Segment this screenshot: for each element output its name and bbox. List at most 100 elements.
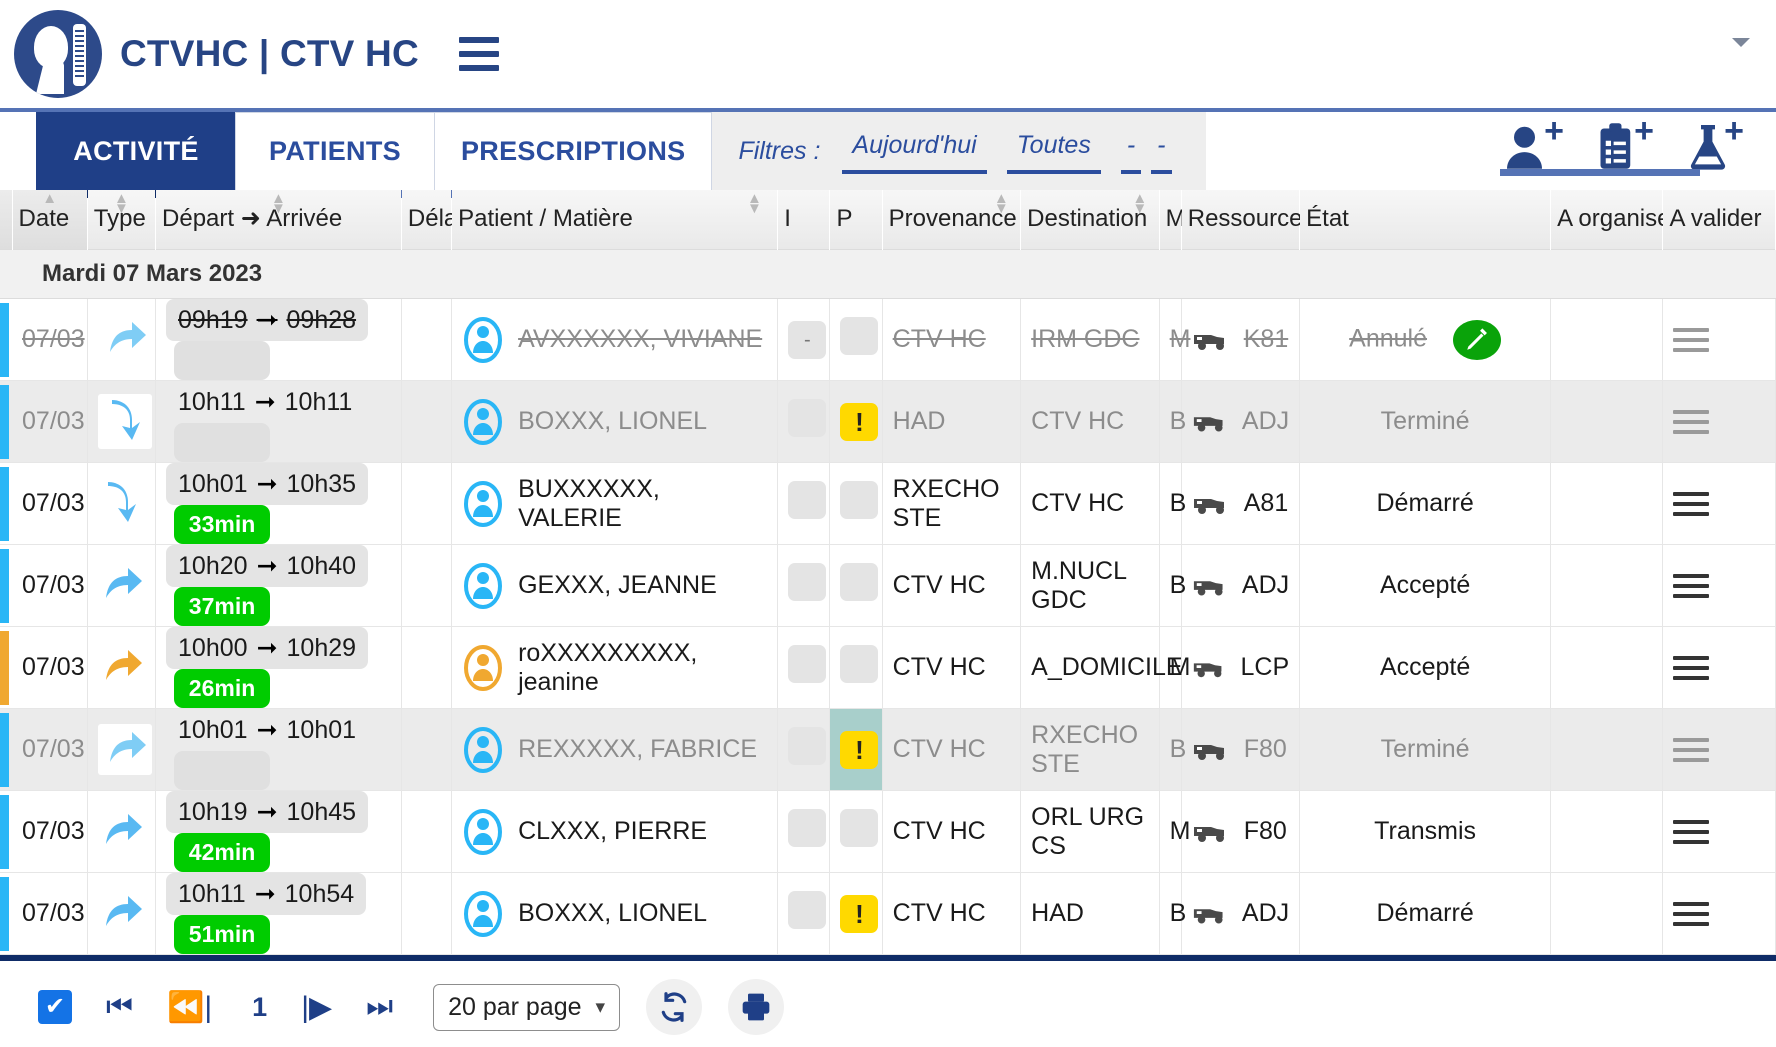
col-etat[interactable]: État xyxy=(1299,190,1551,250)
last-page-icon[interactable]: ⏭ xyxy=(366,990,393,1024)
sort-patient-icon[interactable] xyxy=(747,194,762,214)
type-forward-icon[interactable] xyxy=(98,560,144,604)
table-row[interactable]: 07/03 10h00 ➞ 10h29 26min roXXXXXXXXX, jeanin… xyxy=(0,626,1776,709)
cell-i[interactable] xyxy=(777,544,831,627)
cell-i[interactable] xyxy=(777,380,831,463)
sort-type-icon[interactable] xyxy=(114,194,129,214)
first-page-icon[interactable]: ⏮ xyxy=(106,990,133,1024)
row-menu-icon[interactable] xyxy=(1673,327,1710,352)
table-row[interactable]: 07/03 10h11 ➞ 10h11 BOXXX, LIONEL! HAD CTV HC… xyxy=(0,380,1776,463)
cell-patient[interactable]: REXXXXX, FABRICE xyxy=(451,708,779,791)
col-type[interactable]: Type xyxy=(87,190,156,250)
cell-p[interactable]: ! xyxy=(829,708,883,791)
cell-type[interactable] xyxy=(87,462,157,545)
sort-date-icon[interactable] xyxy=(42,194,57,204)
cell-row-menu[interactable] xyxy=(1662,626,1776,709)
cell-a-organiser[interactable] xyxy=(1550,626,1664,709)
cell-row-menu[interactable] xyxy=(1662,708,1776,791)
cell-type[interactable] xyxy=(87,544,157,627)
table-row[interactable]: 07/03 10h01 ➞ 10h01 REXXXXX, FABRICE! CTV HC… xyxy=(0,708,1776,791)
col-destination[interactable]: Destination xyxy=(1020,190,1160,250)
type-forward-icon[interactable] xyxy=(98,888,144,932)
cell-row-menu[interactable] xyxy=(1662,380,1776,463)
col-depart-arrivee[interactable]: Départ ➜ Arrivée xyxy=(155,190,402,250)
col-p[interactable]: P xyxy=(829,190,883,250)
sort-depart-icon[interactable] xyxy=(271,194,286,214)
hamburger-icon[interactable] xyxy=(458,37,499,71)
cell-p[interactable]: ! xyxy=(829,872,883,955)
next-page-icon[interactable]: |▶ xyxy=(301,990,332,1025)
cell-type[interactable] xyxy=(87,708,157,791)
row-menu-icon[interactable] xyxy=(1673,491,1710,516)
cell-row-menu[interactable] xyxy=(1662,544,1776,627)
refresh-icon[interactable] xyxy=(646,979,703,1035)
filter-aujourdhui[interactable]: Aujourd'hui xyxy=(842,129,987,174)
cell-type[interactable] xyxy=(87,872,157,955)
tab-patients[interactable]: PATIENTS xyxy=(235,112,435,198)
syringe-badge-icon[interactable] xyxy=(1453,319,1502,360)
cell-patient[interactable]: GEXXX, JEANNE xyxy=(451,544,779,627)
cell-patient[interactable]: BOXXX, LIONEL xyxy=(451,872,779,955)
cell-type[interactable] xyxy=(87,380,157,463)
cell-p[interactable]: ! xyxy=(829,380,883,463)
col-i[interactable]: I xyxy=(777,190,830,250)
tab-prescriptions[interactable]: PRESCRIPTIONS xyxy=(434,112,713,198)
chevron-down-icon[interactable] xyxy=(1732,38,1750,47)
col-a-valider[interactable]: A valider xyxy=(1662,190,1776,250)
table-row[interactable]: 07/03 09h19 ➞ 09h28 AVXXXXXX, VIVIANE - CTV H… xyxy=(0,298,1776,381)
cell-row-menu[interactable] xyxy=(1662,462,1776,545)
cell-i[interactable] xyxy=(777,462,831,545)
print-icon[interactable] xyxy=(728,979,785,1035)
table-row[interactable]: 07/03 10h11 ➞ 10h54 51min BOXXX, LIONEL! CTV H… xyxy=(0,872,1776,955)
cell-patient[interactable]: roXXXXXXXXX, jeanine xyxy=(451,626,779,709)
cell-patient[interactable]: AVXXXXXX, VIVIANE xyxy=(451,298,779,381)
col-delai[interactable]: Délai xyxy=(401,190,463,250)
cell-type[interactable] xyxy=(87,298,157,381)
select-all-checkbox[interactable] xyxy=(38,990,72,1024)
type-return-icon[interactable] xyxy=(102,394,148,442)
row-menu-icon[interactable] xyxy=(1673,819,1710,844)
cell-i[interactable] xyxy=(777,872,831,955)
filter-toutes[interactable]: Toutes xyxy=(1006,129,1101,174)
previous-page-icon[interactable]: ⏪| xyxy=(167,990,212,1025)
cell-patient[interactable]: CLXXX, PIERRE xyxy=(451,790,779,873)
cell-i[interactable] xyxy=(777,708,831,791)
sort-provenance-icon[interactable] xyxy=(994,194,1009,214)
cell-patient[interactable]: BOXXX, LIONEL xyxy=(451,380,779,463)
row-menu-icon[interactable] xyxy=(1673,573,1710,598)
cell-row-menu[interactable] xyxy=(1662,298,1776,381)
row-menu-icon[interactable] xyxy=(1673,901,1710,926)
cell-a-organiser[interactable] xyxy=(1550,462,1664,545)
col-a-organiser[interactable]: A organiser xyxy=(1550,190,1678,250)
cell-row-menu[interactable] xyxy=(1662,790,1776,873)
cell-i[interactable]: - xyxy=(777,298,831,381)
cell-a-organiser[interactable] xyxy=(1550,708,1664,791)
add-analysis-icon[interactable]: + xyxy=(1680,114,1744,174)
cell-p[interactable] xyxy=(829,298,883,381)
col-provenance[interactable]: Provenance xyxy=(882,190,1021,250)
table-row[interactable]: 07/03 10h20 ➞ 10h40 37min GEXXX, JEANNE CTV HC… xyxy=(0,544,1776,627)
cell-type[interactable] xyxy=(87,626,157,709)
add-prescription-icon[interactable]: + xyxy=(1590,114,1654,174)
cell-a-organiser[interactable] xyxy=(1550,790,1664,873)
per-page-select[interactable]: 20 par page ▾ xyxy=(433,983,621,1031)
cell-row-menu[interactable] xyxy=(1662,872,1776,955)
table-row[interactable]: 07/03 10h19 ➞ 10h45 42min CLXXX, PIERRE CTV HC… xyxy=(0,790,1776,873)
col-patient[interactable]: Patient / Matière xyxy=(451,190,778,250)
cell-type[interactable] xyxy=(87,790,157,873)
cell-i[interactable] xyxy=(777,790,831,873)
table-row[interactable]: 07/03 10h01 ➞ 10h35 33min BUXXXXXX, VALERIE RX… xyxy=(0,462,1776,545)
type-return-icon[interactable] xyxy=(98,476,144,524)
sort-destination-icon[interactable] xyxy=(1132,194,1147,214)
filter-dash-1[interactable]: - xyxy=(1120,129,1142,174)
add-patient-icon[interactable]: + xyxy=(1500,114,1564,174)
col-ressources[interactable]: Ressources xyxy=(1181,190,1314,250)
row-menu-icon[interactable] xyxy=(1673,655,1710,680)
cell-a-organiser[interactable] xyxy=(1550,544,1664,627)
cell-a-organiser[interactable] xyxy=(1550,298,1664,381)
cell-a-organiser[interactable] xyxy=(1550,872,1664,955)
type-forward-icon[interactable] xyxy=(102,724,148,768)
cell-p[interactable] xyxy=(829,626,883,709)
tab-activite[interactable]: ACTIVITÉ xyxy=(36,112,236,198)
cell-i[interactable] xyxy=(777,626,831,709)
